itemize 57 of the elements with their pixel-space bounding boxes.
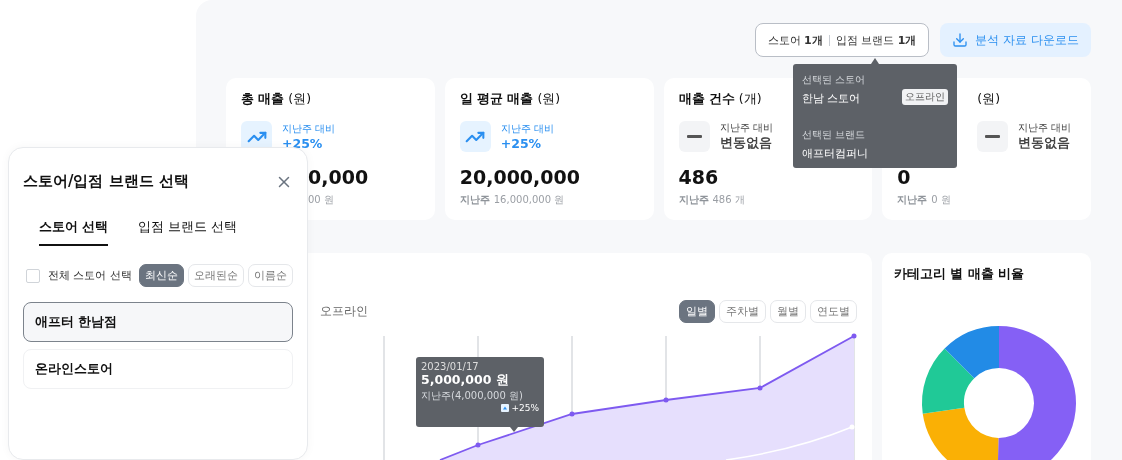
- change-label: 지난주 대비: [500, 122, 554, 136]
- change-value: +25%: [500, 136, 543, 151]
- checkbox[interactable]: [26, 268, 40, 283]
- store-item[interactable]: 애프터 한남점: [23, 302, 293, 342]
- download-button[interactable]: 분석 자료 다운로드: [940, 23, 1091, 57]
- tooltip-change: +25%: [511, 403, 539, 413]
- dialog-title: 스토어/입점 브랜드 선택: [23, 172, 189, 191]
- period-tab[interactable]: 연도별: [810, 300, 857, 323]
- card-unit: (원): [537, 91, 561, 108]
- download-icon: [952, 32, 969, 48]
- change-value: +25%: [282, 136, 324, 151]
- previous-label: 지난주: [897, 193, 928, 207]
- store-name: 한남 스토어: [802, 91, 861, 106]
- popover-heading: 선택된 브랜드: [802, 128, 867, 142]
- sort-option[interactable]: 오래된순: [188, 264, 244, 287]
- previous-value: 16,000,000 원: [493, 193, 565, 207]
- change-label: 지난주 대비: [282, 122, 336, 136]
- up-icon: [501, 404, 510, 412]
- change-value: 변동없음: [1018, 135, 1072, 152]
- metric-value: 0: [897, 166, 911, 188]
- metric-value: 20,000,000: [459, 166, 580, 188]
- previous-value: 00 원: [308, 193, 334, 207]
- popover-heading: 선택된 스토어: [802, 73, 867, 87]
- card-title: 매출 건수: [678, 91, 735, 108]
- store-item[interactable]: 온라인스토어: [23, 349, 293, 389]
- card-unit: (원): [977, 91, 1000, 108]
- card-unit: (원): [288, 91, 312, 108]
- metric-value: 0,000: [308, 166, 369, 188]
- store-type-badge: 오프라인: [902, 88, 948, 105]
- card-unit: (개): [738, 91, 762, 108]
- legend-label: 오프라인: [320, 303, 368, 320]
- period-tab[interactable]: 월별: [770, 300, 806, 323]
- dialog-tab[interactable]: 스토어 선택: [39, 219, 109, 246]
- minus-icon: [985, 135, 1001, 138]
- tooltip-date: 2023/01/17: [421, 361, 480, 372]
- previous-value: 0 원: [931, 193, 951, 207]
- change-label: 지난주 대비: [1018, 121, 1072, 135]
- brand-name: 애프터컴퍼니: [802, 146, 869, 161]
- previous-label: 지난주: [459, 193, 490, 207]
- change-label: 지난주 대비: [719, 121, 773, 135]
- tooltip-previous: 지난주(4,000,000 원): [421, 389, 524, 403]
- selection-summary-button[interactable]: 스토어 1개 입점 브랜드 1개: [754, 23, 930, 57]
- metric-value: 486: [678, 166, 719, 188]
- period-tab[interactable]: 일별: [679, 300, 715, 323]
- previous-value: 486 개: [712, 193, 745, 207]
- sort-option[interactable]: 최신순: [139, 264, 184, 287]
- dialog-tab[interactable]: 입점 브랜드 선택: [138, 219, 238, 246]
- tooltip-value: 5,000,000 원: [421, 372, 510, 389]
- period-tab[interactable]: 주차별: [719, 300, 766, 323]
- minus-icon: [686, 135, 702, 138]
- card-title: 총 매출: [241, 91, 285, 108]
- sort-option[interactable]: 이름순: [248, 264, 293, 287]
- change-value: 변동없음: [719, 135, 773, 152]
- previous-label: 지난주: [678, 193, 709, 207]
- chart-title: 카테고리 별 매출 비율: [894, 266, 1026, 283]
- card-title: 일 평균 매출: [459, 91, 534, 108]
- checkbox-label: 전체 스토어 선택: [48, 268, 132, 283]
